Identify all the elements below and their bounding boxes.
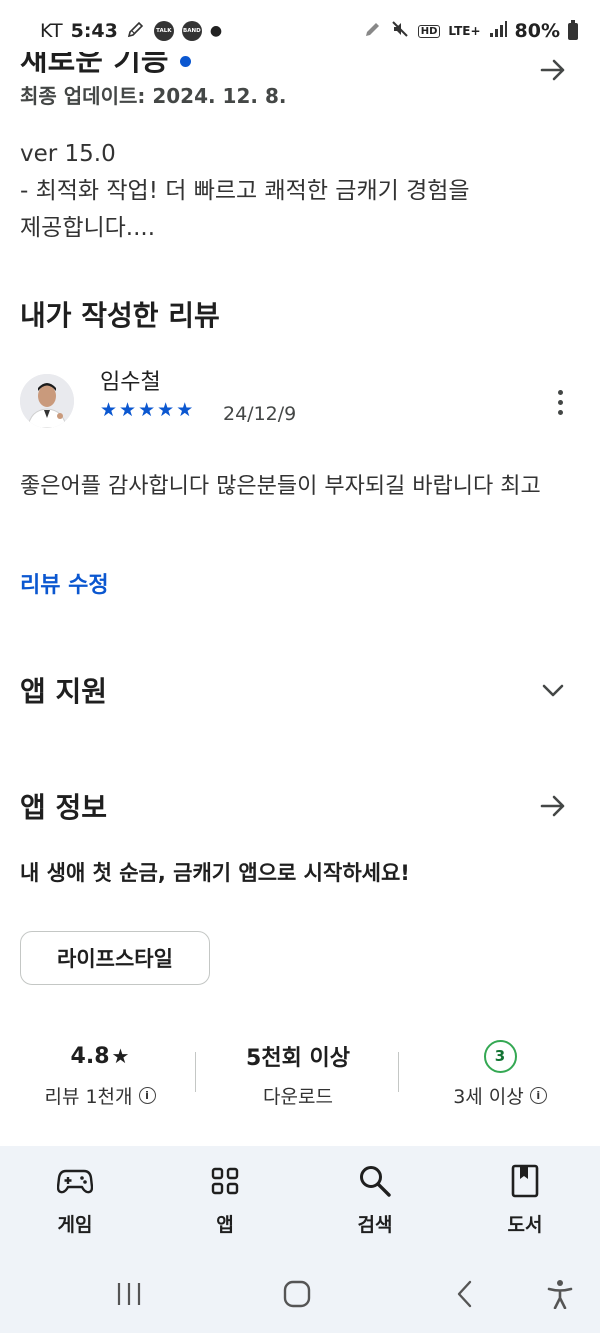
app-support-heading[interactable]: 앱 지원: [20, 670, 107, 710]
accessibility-icon: [547, 1280, 573, 1309]
nav-item-search[interactable]: 검색: [325, 1162, 425, 1237]
age-rating-badge: 3: [483, 1039, 517, 1073]
nav-label-apps: 앱: [216, 1214, 234, 1236]
more-options-button[interactable]: [540, 380, 580, 424]
more-vert-icon: [557, 409, 563, 415]
release-notes: ver 15.0 - 최적화 작업! 더 빠르고 쾌적한 금캐기 경험을 제공합…: [20, 136, 470, 247]
star-icon: ★: [138, 399, 156, 421]
more-vert-icon: [557, 399, 563, 405]
nav-label-books: 도서: [507, 1214, 543, 1236]
nav-item-games[interactable]: 게임: [25, 1162, 125, 1237]
app-info-heading[interactable]: 앱 정보: [20, 786, 107, 826]
stats-divider: [195, 1052, 196, 1092]
arrow-right-icon: [540, 795, 565, 817]
release-note-line: 제공합니다....: [20, 215, 156, 241]
nav-label-search: 검색: [357, 1214, 393, 1236]
carrier: KT: [40, 20, 63, 42]
release-note-line: ver 15.0: [20, 141, 116, 167]
reviewer-name: 임수철: [100, 370, 161, 395]
star-icon: ★: [176, 399, 194, 421]
edit-icon: [364, 20, 382, 43]
downloads-value: 5천회 이상: [246, 1046, 350, 1071]
talk-badge-icon: TALK: [153, 21, 174, 41]
nav-item-apps[interactable]: 앱: [175, 1162, 275, 1237]
status-bar: KT 5:43 TALK BAND ● HD LTE+ 80%: [0, 0, 600, 62]
rating-count: 리뷰 1천개: [44, 1086, 133, 1108]
app-support-expand-button[interactable]: [531, 668, 575, 712]
rating-value: 4.8: [70, 1043, 110, 1069]
star-icon: ★: [100, 399, 118, 421]
search-icon: [325, 1162, 425, 1200]
gamepad-icon: [25, 1162, 125, 1200]
star-icon: ★: [111, 1044, 130, 1068]
app-tagline: 내 생애 첫 순금, 금캐기 앱으로 시작하세요!: [20, 861, 410, 885]
signal-icon: [489, 20, 507, 43]
avatar: [20, 374, 74, 428]
lte-icon: LTE+: [448, 24, 481, 38]
downloads-label: 다운로드: [263, 1086, 333, 1108]
notification-dot-icon: ●: [209, 23, 223, 39]
book-icon: [475, 1162, 575, 1200]
pencil-notification-icon: [126, 19, 146, 44]
band-badge-icon: BAND: [181, 21, 202, 41]
rating-stat: 4.8 ★ 리뷰 1천개 i: [0, 1038, 200, 1109]
star-rating: ★ ★ ★ ★ ★: [100, 399, 193, 421]
age-rating-stat: 3 3세 이상 i: [400, 1038, 600, 1109]
home-icon: [283, 1280, 311, 1308]
system-navigation-bar: [0, 1254, 600, 1333]
home-button[interactable]: [272, 1276, 322, 1312]
battery-icon: [568, 19, 578, 40]
recent-apps-button[interactable]: [104, 1276, 154, 1312]
last-updated: 최종 업데이트: 2024. 12. 8.: [20, 84, 287, 108]
battery-percent: 80%: [514, 20, 560, 42]
review-body: 좋은어플 감사합니다 많은분들이 부자되길 바랍니다 최고: [20, 474, 541, 499]
back-button[interactable]: [440, 1276, 490, 1312]
info-icon[interactable]: i: [529, 1087, 547, 1104]
nav-item-books[interactable]: 도서: [475, 1162, 575, 1237]
stats-divider: [398, 1052, 399, 1092]
accessibility-button[interactable]: [535, 1276, 585, 1312]
clock: 5:43: [70, 20, 118, 42]
my-review-heading: 내가 작성한 리뷰: [20, 299, 220, 332]
star-icon: ★: [119, 399, 137, 421]
nav-label-games: 게임: [57, 1214, 93, 1236]
more-vert-icon: [557, 389, 563, 395]
downloads-stat: 5천회 이상 다운로드: [198, 1038, 398, 1109]
bottom-navigation: 게임 앱 검색 도서: [0, 1146, 600, 1254]
age-rating-label: 3세 이상: [453, 1086, 524, 1108]
app-stats: 4.8 ★ 리뷰 1천개 i 5천회 이상 다운로드 3 3세 이상 i: [0, 1038, 600, 1118]
hd-voice-icon: HD: [417, 24, 441, 38]
apps-grid-icon: [175, 1162, 275, 1200]
recent-apps-icon: [117, 1283, 141, 1305]
info-icon[interactable]: i: [138, 1087, 156, 1104]
mute-icon: [390, 19, 410, 44]
category-chip[interactable]: 라이프스타일: [20, 931, 210, 985]
chevron-down-icon: [542, 684, 564, 697]
back-icon: [457, 1280, 472, 1308]
review-date: 24/12/9: [223, 403, 297, 425]
star-icon: ★: [157, 399, 175, 421]
release-note-line: - 최적화 작업! 더 빠르고 쾌적한 금캐기 경험을: [20, 178, 470, 204]
app-info-arrow-button[interactable]: [531, 784, 575, 828]
edit-review-button[interactable]: 리뷰 수정: [20, 567, 109, 599]
